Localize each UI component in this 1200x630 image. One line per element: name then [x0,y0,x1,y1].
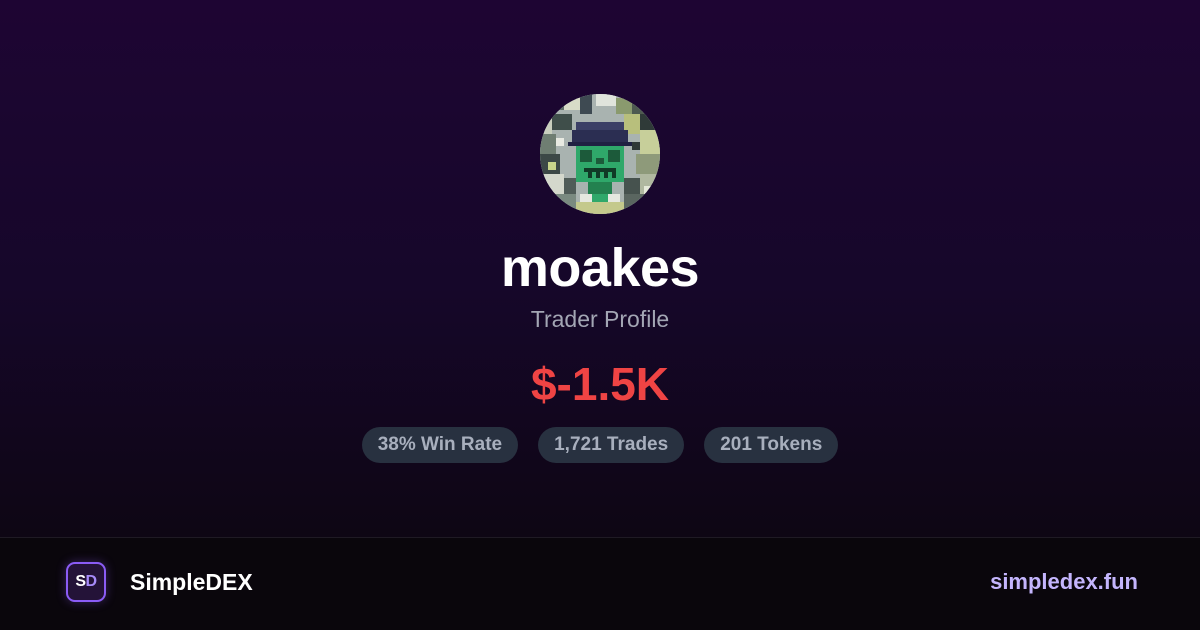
stat-trades: 1,721 Trades [538,427,685,463]
profile-subtitle: Trader Profile [530,306,670,332]
stat-win-rate: 38% Win Rate [361,427,519,463]
stat-tokens: 201 Tokens [704,427,839,463]
site-url: simpledex.fun [990,569,1138,594]
profile-card: moakes Trader Profile $-1.5K 38% Win Rat… [0,0,1200,537]
avatar [540,94,660,214]
stats-row: 38% Win Rate 1,721 Trades 201 Tokens [0,427,1200,463]
logo-letter-s: S [75,573,86,590]
logo-letter-d: D [85,573,98,590]
username: moakes [500,238,700,298]
simpledex-logo-icon: SD [66,562,106,602]
pixel-art-skull-avatar-icon [540,94,660,214]
brand-name: SimpleDEX [130,569,253,595]
pnl-value: $-1.5K [530,358,670,410]
footer-bar: SD SimpleDEX simpledex.fun [0,537,1200,630]
